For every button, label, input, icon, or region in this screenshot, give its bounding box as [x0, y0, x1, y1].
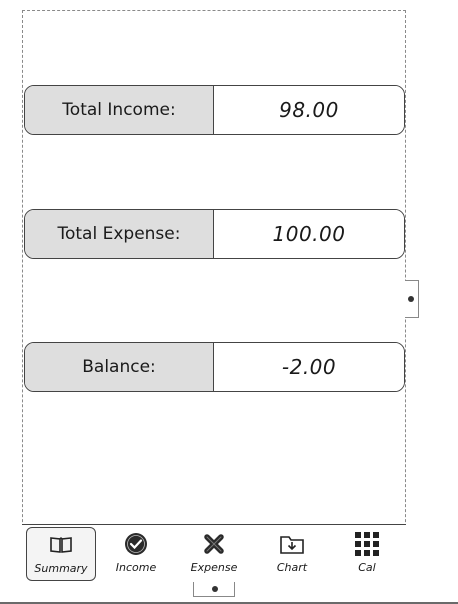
x-mark-icon: [202, 531, 226, 557]
bottom-drawer-handle[interactable]: [193, 582, 235, 597]
tab-summary[interactable]: Summary: [26, 527, 96, 581]
handle-dot-icon: [212, 586, 218, 592]
total-income-label: Total Income:: [25, 86, 214, 134]
tab-cal[interactable]: Cal: [332, 527, 402, 581]
tab-summary-label: Summary: [34, 562, 88, 575]
tab-expense-label: Expense: [190, 561, 238, 574]
tab-chart-label: Chart: [276, 561, 308, 574]
tab-income-label: Income: [115, 561, 157, 574]
handle-dot-icon: [408, 296, 414, 302]
tab-income[interactable]: Income: [101, 527, 171, 581]
total-expense-label: Total Expense:: [25, 210, 214, 258]
tab-expense[interactable]: Expense: [179, 527, 249, 581]
total-income-value: 98.00: [214, 86, 404, 134]
side-drawer-handle[interactable]: [405, 280, 419, 318]
tab-cal-label: Cal: [358, 561, 376, 574]
total-expense-value: 100.00: [214, 210, 404, 258]
tab-chart[interactable]: Chart: [257, 527, 327, 581]
balance-label: Balance:: [25, 343, 214, 391]
book-icon: [49, 532, 73, 558]
grid-icon: [354, 531, 380, 557]
balance-value: -2.00: [214, 343, 404, 391]
bottom-tab-bar: Summary Income Expense Chart Cal: [22, 524, 406, 582]
check-circle-icon: [123, 531, 149, 557]
total-income-row: Total Income: 98.00: [24, 85, 405, 135]
folder-download-icon: [278, 531, 306, 557]
balance-row: Balance: -2.00: [24, 342, 405, 392]
total-expense-row: Total Expense: 100.00: [24, 209, 405, 259]
